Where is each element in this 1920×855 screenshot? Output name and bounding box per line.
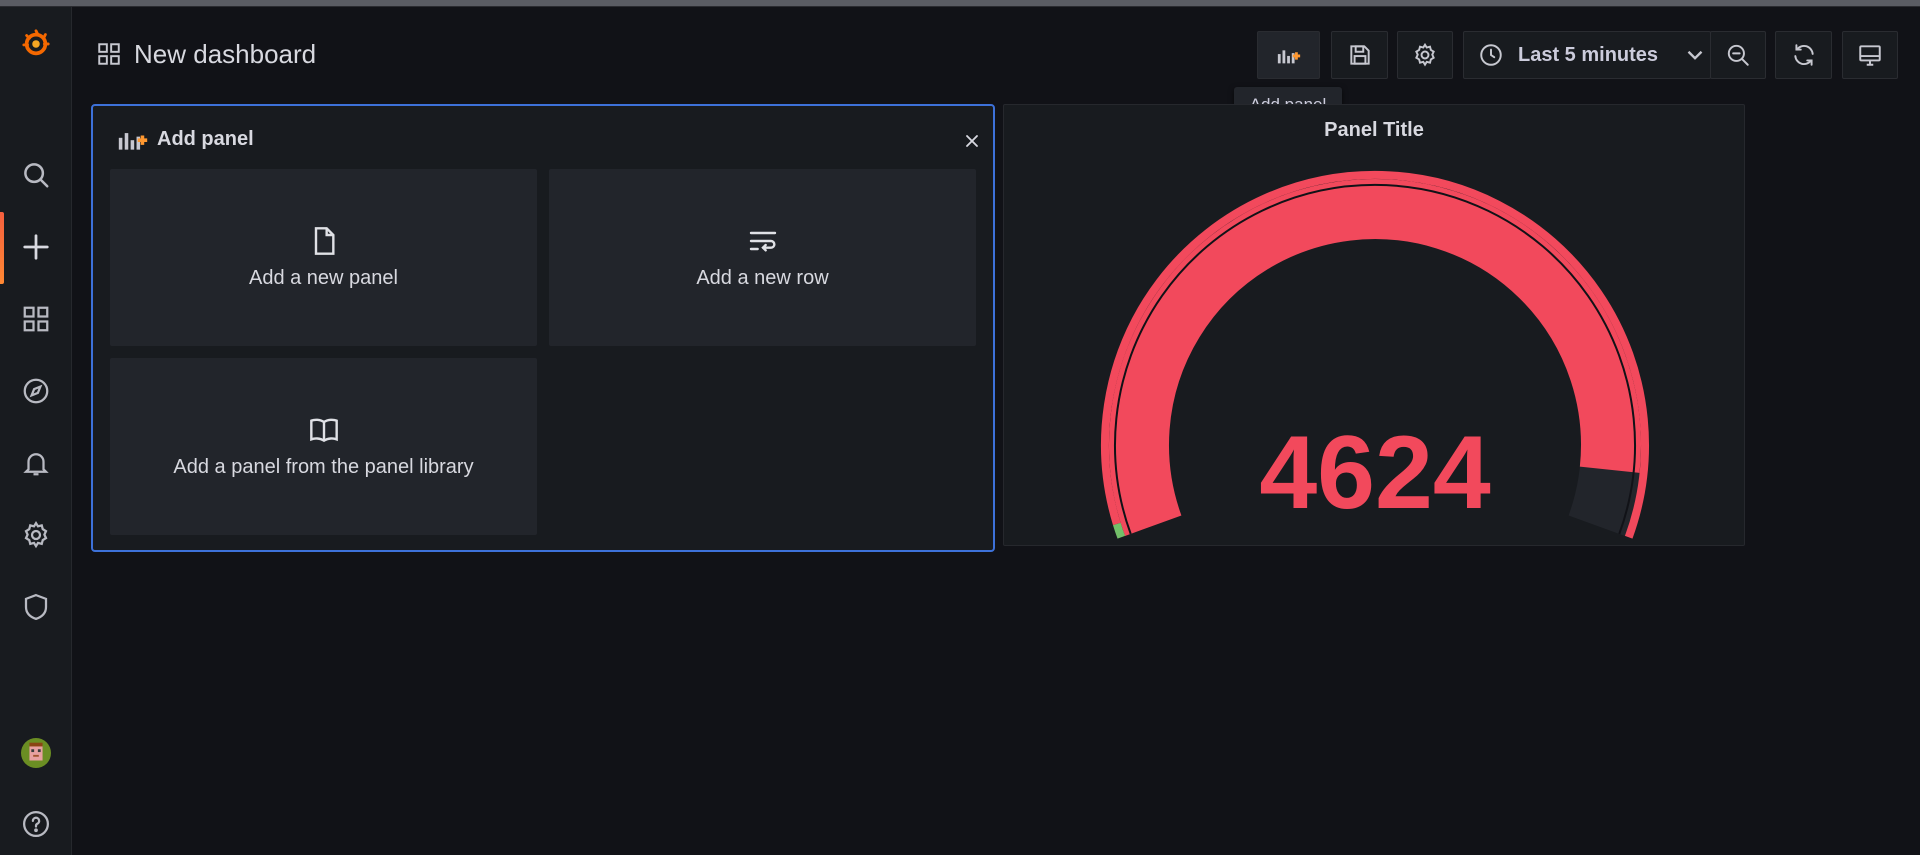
gear-icon — [1415, 42, 1435, 67]
gauge-chart: 4624 — [1100, 170, 1649, 539]
search-icon[interactable] — [17, 156, 55, 194]
add-panel-icon — [1277, 50, 1300, 64]
chevron-down-icon — [1687, 50, 1703, 60]
dashboards-icon[interactable] — [17, 300, 55, 338]
help-icon[interactable] — [17, 805, 55, 843]
bell-icon[interactable] — [17, 444, 55, 482]
save-icon — [1349, 45, 1370, 65]
tv-mode-button[interactable] — [1842, 31, 1898, 79]
add-from-library-label: Add a panel from the panel library — [173, 456, 474, 478]
add-panel-title: Add panel — [157, 127, 254, 150]
shield-icon[interactable] — [17, 588, 55, 626]
zoom-out-button[interactable] — [1710, 31, 1766, 79]
time-range-label: Last 5 minutes — [1518, 43, 1659, 66]
sidebar — [0, 7, 72, 855]
dashboard-settings-button[interactable] — [1397, 31, 1453, 79]
add-new-row-option[interactable]: Add a new row — [549, 169, 976, 346]
close-icon[interactable] — [959, 128, 985, 154]
add-new-row-label: Add a new row — [696, 267, 829, 289]
plus-icon[interactable] — [17, 228, 55, 266]
gauge-threshold-base — [1112, 522, 1126, 539]
gauge-value: 4624 — [1259, 415, 1491, 531]
row-wrap-icon — [749, 231, 776, 252]
book-icon — [309, 418, 338, 443]
refresh-button[interactable] — [1775, 31, 1832, 79]
add-new-panel-label: Add a new panel — [248, 267, 398, 289]
add-panel-icon — [118, 133, 148, 150]
dashboard-breadcrumb: New dashboard — [96, 36, 316, 72]
gauge-panel[interactable]: Panel Title 4624 — [1003, 104, 1745, 546]
time-range-picker[interactable]: Last 5 minutes — [1463, 31, 1711, 79]
save-dashboard-button[interactable] — [1331, 31, 1388, 79]
page-title[interactable]: New dashboard — [134, 39, 316, 70]
add-new-panel-option[interactable]: Add a new panel — [110, 169, 537, 346]
dashboard-grid-icon — [98, 43, 120, 65]
file-icon — [314, 227, 335, 255]
add-panel-widget: Add panel Add a new panel Add a new row … — [91, 104, 995, 552]
avatar[interactable] — [17, 734, 55, 772]
refresh-icon — [1793, 44, 1814, 66]
add-from-library-option[interactable]: Add a panel from the panel library — [110, 358, 537, 535]
tv-mode-icon — [1859, 45, 1881, 66]
zoom-out-icon — [1727, 44, 1749, 66]
window-top-edge — [0, 0, 1920, 7]
active-indicator — [0, 212, 4, 284]
gear-icon[interactable] — [17, 516, 55, 554]
compass-icon[interactable] — [17, 372, 55, 410]
grafana-logo-icon[interactable] — [17, 24, 55, 62]
add-panel-header: Add panel — [115, 126, 254, 152]
clock-icon — [1480, 44, 1502, 66]
add-panel-button[interactable] — [1257, 31, 1320, 79]
